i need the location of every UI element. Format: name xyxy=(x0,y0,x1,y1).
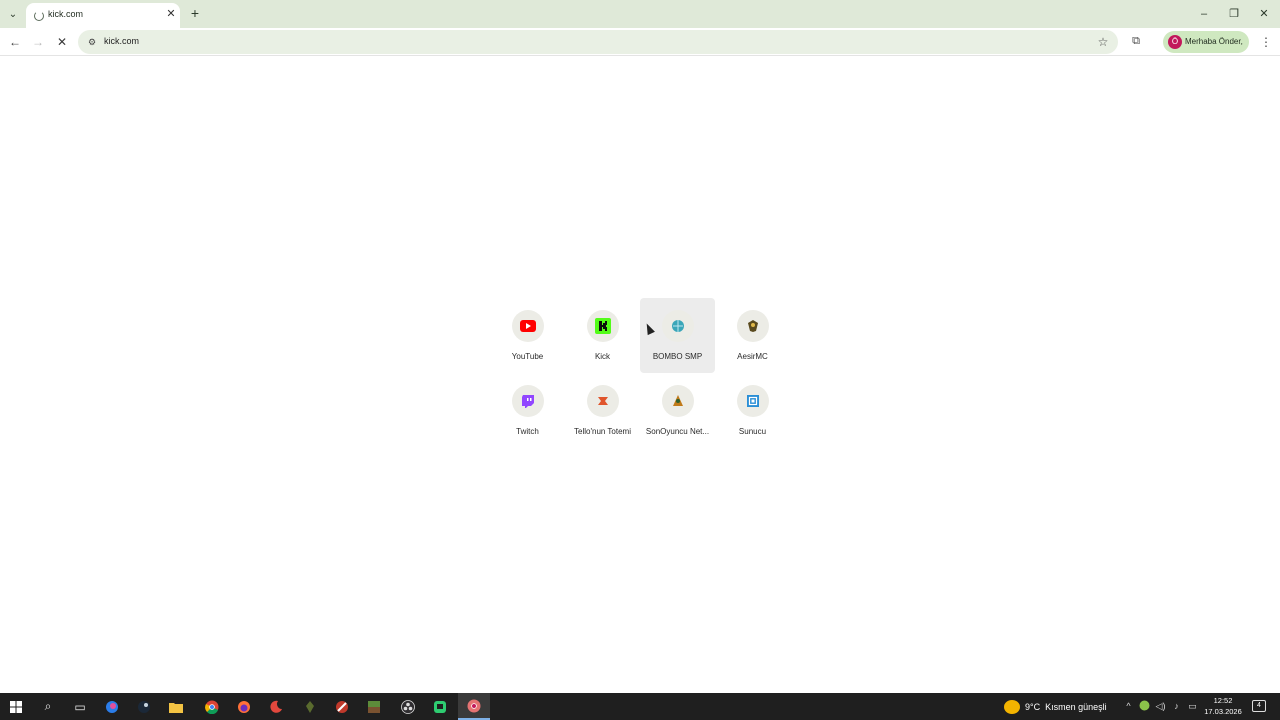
obs-icon[interactable] xyxy=(392,693,424,720)
copilot-icon[interactable] xyxy=(96,693,128,720)
bookmark-star-icon[interactable]: ☆ xyxy=(1095,34,1111,50)
tray-app-icon[interactable] xyxy=(1138,700,1151,713)
shortcut-label: Tello'nun Totemi xyxy=(574,427,631,436)
notification-center-icon[interactable]: 4 xyxy=(1252,700,1266,712)
microphone-icon[interactable]: ♪ xyxy=(1170,700,1183,713)
file-explorer-icon[interactable] xyxy=(160,693,192,720)
shortcut-sunucu[interactable]: Sunucu xyxy=(715,373,790,448)
shortcut-label: AesirMC xyxy=(737,352,768,361)
avatar: Ö xyxy=(1168,35,1182,49)
chevron-up-icon[interactable]: ^ xyxy=(1122,700,1135,713)
moon-app-icon[interactable] xyxy=(260,693,292,720)
browser-toolbar: ← → ✕ ⚙ kick.com ☆ ⧉ Ö Merhaba Önder, ⋮ xyxy=(0,28,1280,56)
forward-arrow-icon[interactable]: → xyxy=(29,33,47,51)
crest-icon xyxy=(737,310,769,342)
tab-title: kick.com xyxy=(48,9,84,19)
shortcut-youtube[interactable]: YouTube xyxy=(490,298,565,373)
profile-button[interactable]: Ö Merhaba Önder, xyxy=(1163,31,1249,53)
chrome-icon[interactable] xyxy=(196,693,228,720)
minecraft-icon[interactable] xyxy=(358,693,390,720)
shortcut-label: YouTube xyxy=(511,352,544,361)
loading-spinner-icon xyxy=(34,11,44,21)
server-icon xyxy=(737,385,769,417)
notification-count: 4 xyxy=(1257,702,1261,709)
shortcut-bombo-smp[interactable]: BOMBO SMP xyxy=(640,298,715,373)
shortcut-tellonun-totemi[interactable]: Tello'nun Totemi xyxy=(565,373,640,448)
extensions-puzzle-icon[interactable]: ⧉ xyxy=(1128,33,1144,49)
twitch-icon xyxy=(512,385,544,417)
chat-app-icon[interactable] xyxy=(424,693,456,720)
clock-time: 12:52 xyxy=(1213,696,1233,705)
url-text[interactable]: kick.com xyxy=(104,36,139,46)
site-info-icon[interactable]: ⚙ xyxy=(86,36,98,48)
system-clock[interactable]: 12:52 17.03.2026 xyxy=(1198,695,1248,717)
tab-search-chevron-icon[interactable]: ⌄ xyxy=(5,6,21,22)
chrome-active-icon[interactable] xyxy=(458,693,490,720)
volume-icon[interactable]: ◁) xyxy=(1154,700,1167,713)
task-view-icon[interactable]: ▭ xyxy=(64,693,96,720)
search-icon[interactable]: ⌕ xyxy=(32,693,64,720)
address-bar[interactable]: ⚙ kick.com ☆ xyxy=(78,30,1118,54)
tab-strip: ⌄ kick.com ✕ + – ❐ ✕ xyxy=(0,0,1280,28)
tab-kick[interactable]: kick.com ✕ xyxy=(26,3,180,28)
weather-desc: Kısmen güneşli xyxy=(1045,701,1107,712)
youtube-icon xyxy=(512,310,544,342)
firefox-icon[interactable] xyxy=(228,693,260,720)
close-window-icon[interactable]: ✕ xyxy=(1256,6,1272,22)
totem-icon xyxy=(587,385,619,417)
kebab-menu-icon[interactable]: ⋮ xyxy=(1258,33,1274,51)
shortcut-aesirmc[interactable]: AesirMC xyxy=(715,298,790,373)
back-arrow-icon[interactable]: ← xyxy=(6,33,24,51)
slash-app-icon[interactable] xyxy=(326,693,358,720)
shortcut-label: BOMBO SMP xyxy=(652,352,703,361)
stop-loading-icon[interactable]: ✕ xyxy=(53,33,71,51)
shortcut-twitch[interactable]: Twitch xyxy=(490,373,565,448)
shortcut-grid: YouTube Kick BOMBO SMP AesirMC Twitch Te… xyxy=(490,298,790,448)
tab-close-icon[interactable]: ✕ xyxy=(164,7,178,21)
steam-icon[interactable] xyxy=(128,693,160,720)
minimize-icon[interactable]: – xyxy=(1196,6,1212,22)
taskbar: ⌕ ▭ 9°C Kısmen güneşli ^ ◁) ♪ ▭ 12:52 17… xyxy=(0,693,1280,720)
shortcut-label: Sunucu xyxy=(738,427,767,436)
sonoyuncu-icon xyxy=(662,385,694,417)
new-tab-plus-icon[interactable]: + xyxy=(187,5,203,21)
profile-greeting: Merhaba Önder, xyxy=(1185,37,1243,46)
restore-icon[interactable]: ❐ xyxy=(1226,6,1242,22)
shortcut-label: SonOyuncu Net... xyxy=(645,427,710,436)
kick-icon xyxy=(587,310,619,342)
partly-sunny-icon xyxy=(1004,699,1020,714)
weather-temp: 9°C xyxy=(1025,701,1041,712)
shortcut-sonoyuncu[interactable]: SonOyuncu Net... xyxy=(640,373,715,448)
weather-widget[interactable]: 9°C Kısmen güneşli xyxy=(1004,693,1107,720)
shortcut-kick[interactable]: Kick xyxy=(565,298,640,373)
game-launcher-icon[interactable] xyxy=(294,693,326,720)
shortcut-label: Kick xyxy=(594,352,611,361)
globe-icon xyxy=(662,310,694,342)
start-windows-icon[interactable] xyxy=(0,693,32,720)
shortcut-label: Twitch xyxy=(516,427,539,436)
clock-date: 17.03.2026 xyxy=(1204,707,1242,716)
